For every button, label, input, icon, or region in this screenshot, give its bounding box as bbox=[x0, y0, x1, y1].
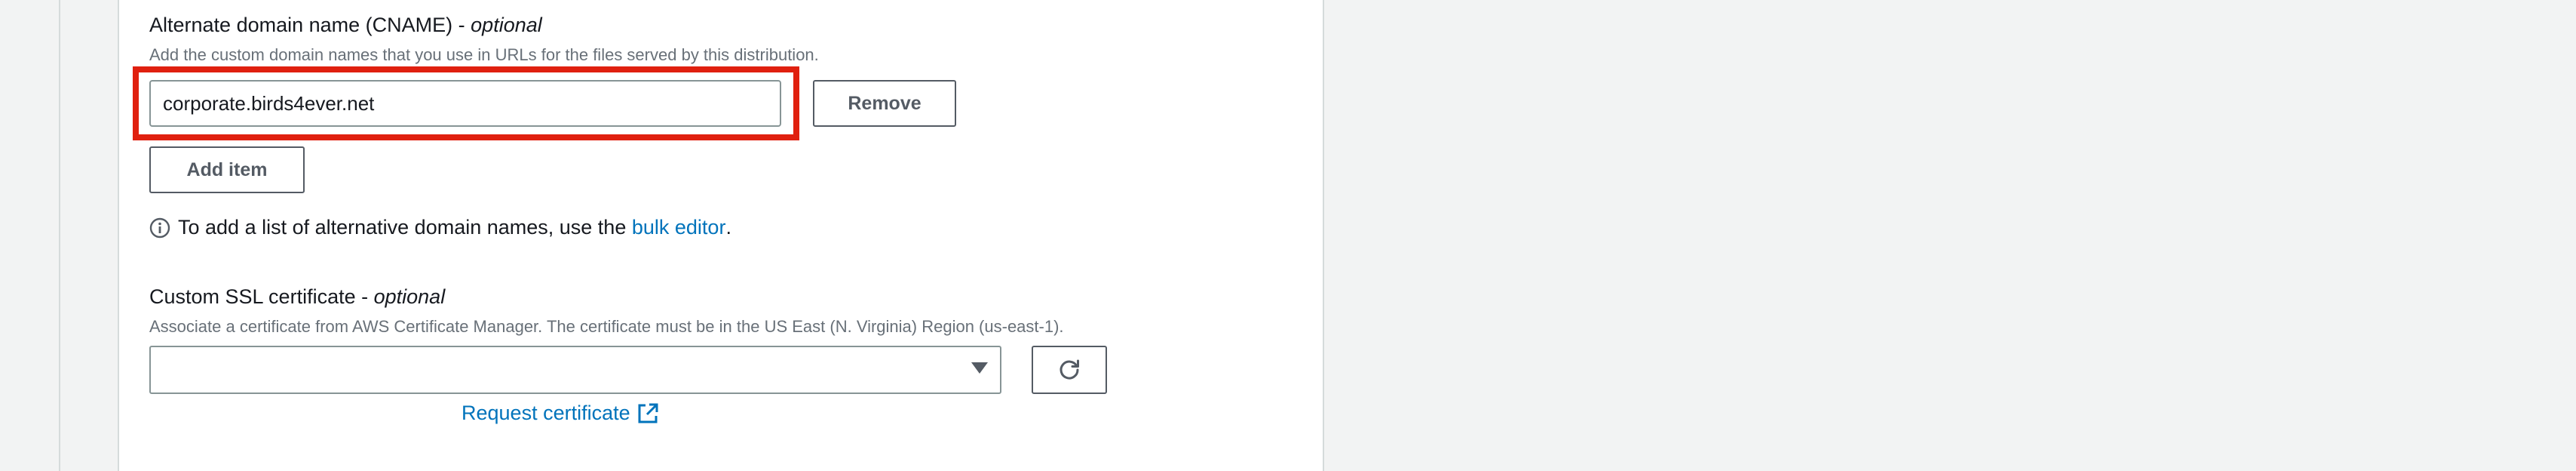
page: Alternate domain name (CNAME) - optional… bbox=[0, 0, 2576, 471]
info-period: . bbox=[725, 216, 731, 239]
content-gutter bbox=[60, 0, 118, 471]
refresh-icon bbox=[1056, 357, 1082, 383]
info-icon bbox=[149, 217, 170, 239]
caret-down-icon bbox=[971, 362, 988, 374]
refresh-button[interactable] bbox=[1032, 346, 1107, 394]
external-link-icon bbox=[636, 402, 659, 425]
ssl-description: Associate a certificate from AWS Certifi… bbox=[149, 317, 1064, 336]
bulk-editor-link[interactable]: bulk editor bbox=[632, 216, 726, 239]
settings-panel: Alternate domain name (CNAME) - optional… bbox=[118, 0, 1324, 471]
add-item-button[interactable]: Add item bbox=[149, 146, 305, 193]
cname-description: Add the custom domain names that you use… bbox=[149, 45, 819, 64]
ssl-label: Custom SSL certificate - optional bbox=[149, 285, 446, 308]
ssl-certificate-select[interactable] bbox=[149, 346, 1001, 394]
background-area bbox=[1327, 0, 2576, 471]
info-text: To add a list of alternative domain name… bbox=[178, 216, 632, 239]
cname-optional-label: optional bbox=[471, 14, 542, 36]
ssl-optional-label: optional bbox=[373, 285, 446, 308]
bulk-editor-info: To add a list of alternative domain name… bbox=[149, 216, 731, 239]
side-rail bbox=[0, 0, 60, 471]
cname-label: Alternate domain name (CNAME) - optional bbox=[149, 14, 542, 36]
request-certificate-link[interactable]: Request certificate bbox=[462, 402, 659, 425]
request-certificate-label: Request certificate bbox=[462, 402, 630, 424]
cname-input[interactable] bbox=[149, 80, 781, 127]
remove-button[interactable]: Remove bbox=[813, 80, 956, 127]
